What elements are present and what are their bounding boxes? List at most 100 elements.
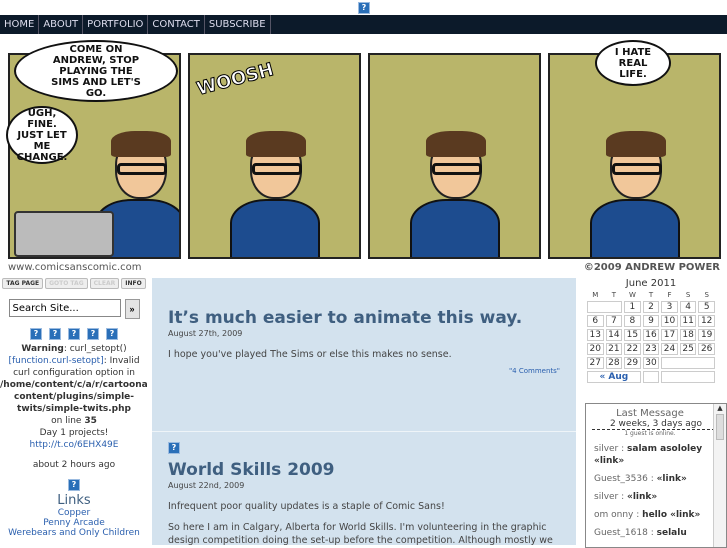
chat-scrollbar[interactable]: ▲: [713, 404, 726, 547]
broken-image-icon: ?: [30, 328, 42, 340]
calendar-day: 12: [698, 315, 715, 327]
chat-message: om onny : hello «link»: [586, 509, 726, 521]
calendar-day-header: S: [685, 291, 691, 299]
calendar-day: 30: [642, 357, 660, 369]
speech-bubble-1: COME ON ANDREW, STOP PLAYING THE SIMS AN…: [14, 40, 178, 102]
tag-page-button[interactable]: TAG PAGE: [2, 278, 44, 289]
post-date: August 27th, 2009: [168, 329, 243, 338]
chat-user: silver :: [594, 492, 625, 502]
broken-image-icon: ?: [49, 328, 61, 340]
tweet-link[interactable]: http://t.co/6EHX49E: [30, 440, 119, 450]
broken-image-icon: ?: [87, 328, 99, 340]
speech-bubble-4: I HATE REAL LIFE.: [595, 40, 671, 86]
function-link[interactable]: [function.curl-setopt]: [8, 356, 103, 366]
line-label: on line: [51, 416, 82, 426]
calendar-day-header: M: [592, 291, 599, 299]
calendar-day-header: W: [628, 291, 636, 299]
calendar-day: 24: [661, 343, 678, 355]
left-sidebar: TAG PAGE GOTO TAG CLEAR INFO » ????? War…: [0, 278, 148, 538]
chat-text: «link»: [656, 474, 687, 484]
calendar-day: 25: [679, 343, 697, 355]
top-nav: HOME ABOUT PORTFOLIO CONTACT SUBSCRIBE: [0, 15, 727, 34]
chat-box: Last Message 2 weeks, 3 days ago 1 guest…: [585, 403, 727, 548]
calendar-day: 5: [698, 301, 715, 313]
chat-message: Guest_3536 : «link»: [586, 473, 726, 485]
warning-label: Warning: [21, 344, 64, 354]
post-body: Infrequent poor quality updates is a sta…: [168, 501, 445, 512]
search-button[interactable]: »: [124, 299, 140, 319]
calendar-day: 6: [587, 315, 604, 327]
right-sidebar: June 2011 MTWTFSS 1 2 3 4 5 6 7 8 9 10 11 12 13 14 15 1…: [585, 278, 727, 548]
calendar-pad: [587, 301, 623, 313]
calendar-day: 26: [698, 343, 715, 355]
link-copper[interactable]: Copper: [0, 508, 148, 518]
post: It’s much easier to animate this way. Au…: [152, 278, 576, 432]
broken-image-icon: ?: [106, 328, 118, 340]
calendar-day-header: S: [704, 291, 709, 299]
post: ? World Skills 2009 August 22nd, 2009 In…: [152, 432, 576, 547]
calendar-day: 28: [605, 357, 623, 369]
calendar: MTWTFSS 1 2 3 4 5 6 7 8 9 10 11 12 13 14 15 16 17 18 19 20 2…: [585, 289, 717, 385]
calendar-day: 10: [661, 315, 678, 327]
calendar-day: 19: [698, 329, 715, 341]
laptop: [14, 211, 114, 257]
nav-contact[interactable]: CONTACT: [148, 15, 205, 34]
calendar-day: 29: [624, 357, 641, 369]
warning-text: : curl_setopt(): [63, 344, 127, 354]
comic-panel-3: [368, 53, 541, 259]
line-number: 35: [84, 416, 97, 426]
calendar-day: 11: [679, 315, 697, 327]
calendar-day-header: T: [648, 291, 654, 299]
post-title[interactable]: It’s much easier to animate this way.: [168, 308, 560, 328]
calendar-day: 15: [624, 329, 641, 341]
comic-copyright: ©2009 ANDREW POWER: [583, 262, 720, 273]
post-body-2: So here I am in Calgary, Alberta for Wor…: [168, 522, 553, 546]
calendar-day: 3: [661, 301, 678, 313]
nav-portfolio[interactable]: PORTFOLIO: [83, 15, 149, 34]
nav-home[interactable]: HOME: [0, 15, 40, 34]
calendar-day: 8: [624, 315, 641, 327]
clear-button[interactable]: CLEAR: [89, 278, 120, 289]
broken-image-icon: ?: [168, 442, 180, 454]
search-input[interactable]: [8, 299, 121, 317]
calendar-prev-link[interactable]: « Aug: [587, 371, 641, 383]
calendar-day: 9: [642, 315, 660, 327]
calendar-day: 16: [642, 329, 660, 341]
chat-last-time: 2 weeks, 3 days ago: [592, 419, 720, 430]
warning-path: /home/content/c/a/r/cartoonand content/p…: [0, 380, 148, 414]
link-werebears[interactable]: Werebears and Only Children: [0, 528, 148, 538]
comments-link[interactable]: "4 Comments": [168, 367, 560, 375]
link-penny-arcade[interactable]: Penny Arcade: [0, 518, 148, 528]
calendar-day: 23: [642, 343, 660, 355]
chat-text: «link»: [627, 492, 658, 502]
broken-image-icon: ?: [68, 328, 80, 340]
nav-about[interactable]: ABOUT: [39, 15, 84, 34]
speech-bubble-2: UGH, FINE. JUST LET ME CHANGE.: [6, 106, 78, 164]
main-content: It’s much easier to animate this way. Au…: [152, 278, 576, 547]
chat-message: Guest_1618 : selalu: [586, 527, 726, 539]
calendar-title: June 2011: [625, 278, 677, 289]
comic-panel-2: WOOSH: [188, 53, 361, 259]
chat-text: selalu: [656, 528, 687, 538]
tweet-time: about 2 hours ago: [32, 460, 116, 470]
calendar-day: 13: [587, 329, 604, 341]
chat-user: silver :: [594, 444, 625, 454]
nav-subscribe[interactable]: SUBSCRIBE: [205, 15, 271, 34]
info-button[interactable]: INFO: [121, 278, 146, 289]
chat-text: hello «link»: [642, 510, 701, 520]
twitter-widget: Warning: curl_setopt() [function.curl-se…: [0, 343, 148, 471]
calendar-day: 18: [679, 329, 697, 341]
chat-online: 1 guest is online.: [624, 430, 676, 437]
goto-tag-button[interactable]: GOTO TAG: [45, 278, 88, 289]
post-title[interactable]: World Skills 2009: [168, 460, 560, 480]
calendar-day: 27: [587, 357, 604, 369]
calendar-day: 1: [624, 301, 641, 313]
calendar-day: 14: [605, 329, 623, 341]
tweet-text: Day 1 projects!: [39, 428, 109, 438]
chat-message: silver : salam asololey «link»: [586, 443, 726, 467]
calendar-day: 7: [605, 315, 623, 327]
woosh-sfx: WOOSH: [194, 59, 276, 101]
calendar-day: 20: [587, 343, 604, 355]
post-date: August 22nd, 2009: [168, 481, 245, 490]
post-body: I hope you've played The Sims or else th…: [168, 349, 452, 360]
